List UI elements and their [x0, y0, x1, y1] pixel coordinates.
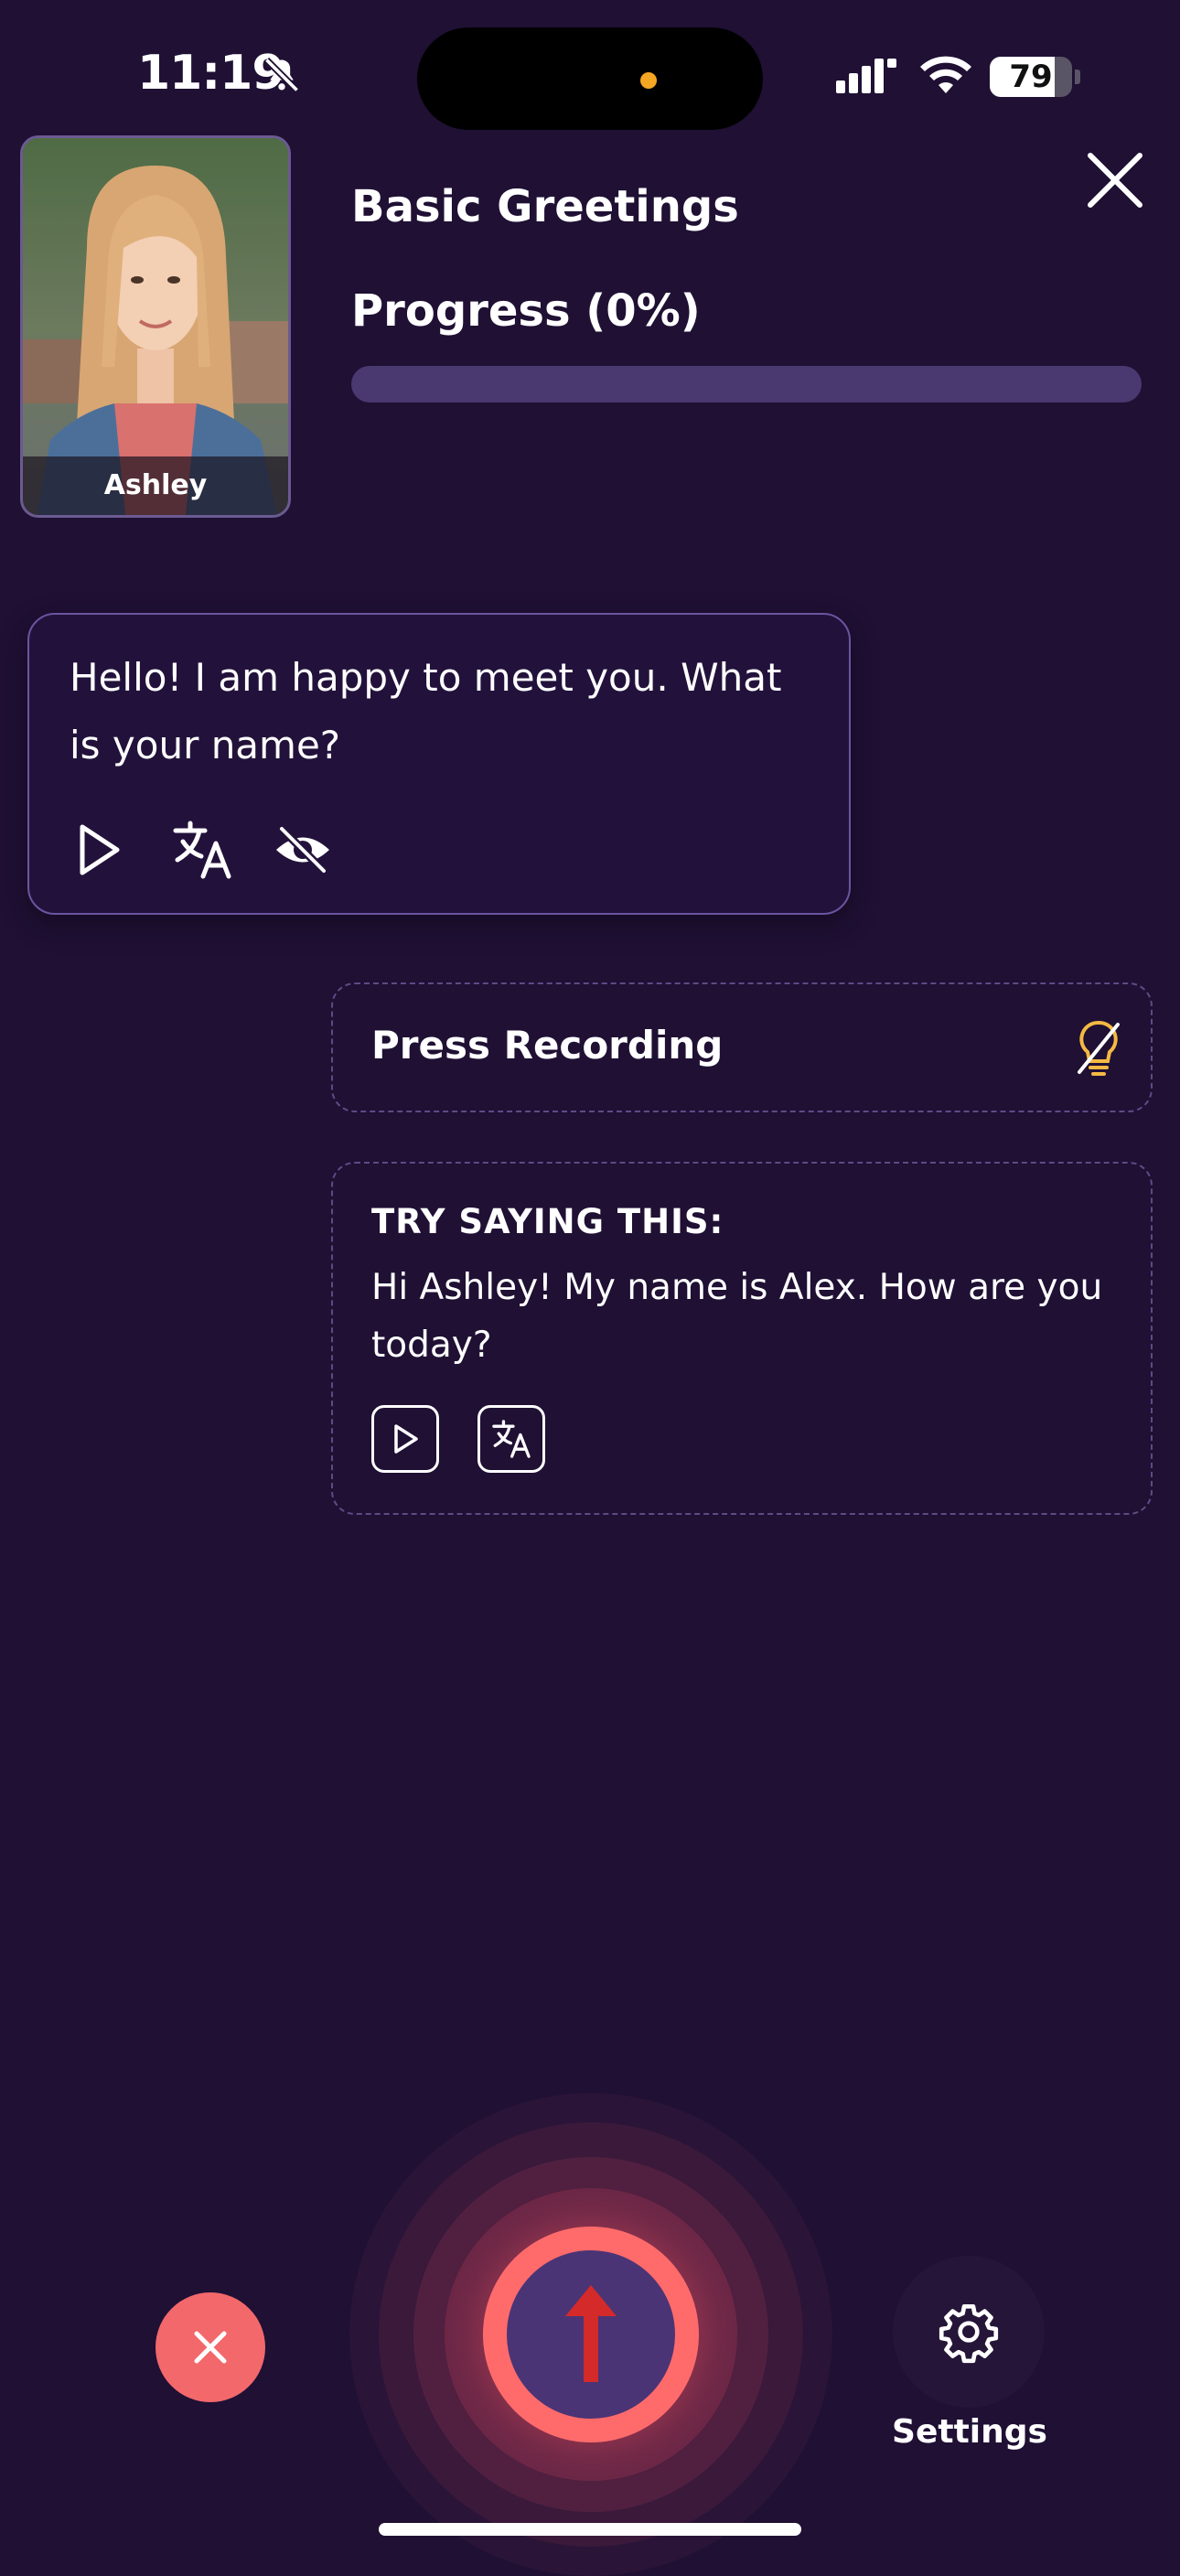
character-avatar[interactable]: Ashley	[20, 135, 291, 518]
settings-label: Settings	[892, 2413, 1047, 2451]
progress-label: Progress (0%)	[351, 285, 701, 337]
arrow-up-icon	[565, 2285, 617, 2382]
wifi-icon	[920, 56, 971, 93]
settings-button[interactable]	[893, 2256, 1045, 2408]
close-icon	[194, 2331, 227, 2364]
dynamic-island	[417, 27, 763, 130]
press-recording-label: Press Recording	[371, 1023, 724, 1068]
hide-text-icon[interactable]	[271, 818, 335, 882]
lightbulb-off-icon[interactable]	[1070, 1017, 1127, 1081]
suggestion-title: TRY SAYING THIS:	[371, 1202, 724, 1241]
home-indicator[interactable]	[379, 2523, 801, 2536]
suggestion-play-button[interactable]	[371, 1405, 439, 1473]
play-icon	[394, 1424, 418, 1454]
bell-slash-icon	[263, 57, 300, 93]
battery-level: 79	[1009, 59, 1053, 95]
play-icon[interactable]	[66, 818, 130, 882]
record-send-button[interactable]	[507, 2250, 675, 2419]
suggestion-translate-button[interactable]	[477, 1405, 545, 1473]
suggestion-card: TRY SAYING THIS: Hi Ashley! My name is A…	[331, 1162, 1153, 1515]
progress-bar	[351, 366, 1142, 402]
cancel-recording-button[interactable]	[156, 2292, 265, 2402]
character-name: Ashley	[23, 456, 288, 515]
battery-icon: 79	[990, 57, 1072, 97]
privacy-indicator	[640, 72, 657, 89]
gear-icon	[939, 2303, 999, 2364]
translate-icon	[492, 1420, 531, 1458]
cellular-signal-icon	[836, 59, 896, 93]
press-recording-prompt: Press Recording	[331, 982, 1153, 1112]
message-text: Hello! I am happy to meet you. What is y…	[70, 655, 782, 767]
lesson-title: Basic Greetings	[351, 181, 739, 232]
translate-icon[interactable]	[170, 818, 234, 882]
assistant-message-bubble: Hello! I am happy to meet you. What is y…	[27, 613, 851, 915]
battery-cap	[1075, 70, 1080, 84]
suggestion-text: Hi Ashley! My name is Alex. How are you …	[371, 1267, 1103, 1366]
close-icon[interactable]	[1081, 146, 1149, 214]
